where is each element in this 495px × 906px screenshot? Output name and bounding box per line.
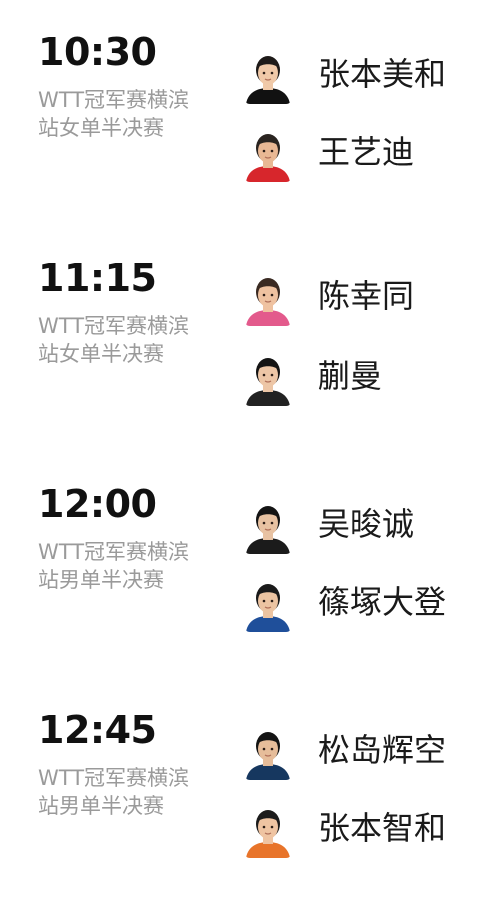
match-card[interactable]: 10:30 WTT冠军赛横滨站女单半决赛 张本美和 王艺迪: [0, 28, 495, 228]
player-avatar-icon: [244, 802, 292, 858]
player-row[interactable]: 陈幸同: [244, 270, 484, 330]
player-row[interactable]: 篠塚大登: [244, 576, 484, 636]
player-name: 松岛辉空: [318, 731, 447, 769]
player-name: 张本智和: [318, 809, 447, 847]
match-card[interactable]: 11:15 WTT冠军赛横滨站女单半决赛 陈幸同 蒯曼: [0, 254, 495, 454]
player-row[interactable]: 吴晙诚: [244, 498, 484, 558]
match-event: WTT冠军赛横滨站女单半决赛: [38, 314, 190, 366]
player-name: 王艺迪: [318, 133, 415, 171]
match-card[interactable]: 12:00 WTT冠军赛横滨站男单半决赛 吴晙诚 篠塚大登: [0, 480, 495, 680]
player-avatar-icon: [244, 350, 292, 406]
player-avatar-icon: [244, 498, 292, 554]
player-row[interactable]: 王艺迪: [244, 126, 484, 186]
player-row[interactable]: 蒯曼: [244, 350, 484, 410]
player-avatar-icon: [244, 48, 292, 104]
player-avatar-icon: [244, 576, 292, 632]
match-time: 12:00: [38, 482, 157, 526]
player-avatar-icon: [244, 724, 292, 780]
player-row[interactable]: 松岛辉空: [244, 724, 484, 784]
player-name: 蒯曼: [318, 357, 383, 395]
match-event: WTT冠军赛横滨站女单半决赛: [38, 88, 190, 140]
match-event: WTT冠军赛横滨站男单半决赛: [38, 540, 190, 592]
match-card[interactable]: 12:45 WTT冠军赛横滨站男单半决赛 松岛辉空 张本智和: [0, 706, 495, 906]
player-row[interactable]: 张本智和: [244, 802, 484, 862]
match-time: 12:45: [38, 708, 157, 752]
player-name: 陈幸同: [318, 277, 415, 315]
match-time: 10:30: [38, 30, 157, 74]
player-avatar-icon: [244, 270, 292, 326]
player-name: 篠塚大登: [318, 583, 447, 621]
player-row[interactable]: 张本美和: [244, 48, 484, 108]
player-name: 张本美和: [318, 55, 447, 93]
player-name: 吴晙诚: [318, 505, 415, 543]
match-time: 11:15: [38, 256, 157, 300]
match-event: WTT冠军赛横滨站男单半决赛: [38, 766, 190, 818]
player-avatar-icon: [244, 126, 292, 182]
